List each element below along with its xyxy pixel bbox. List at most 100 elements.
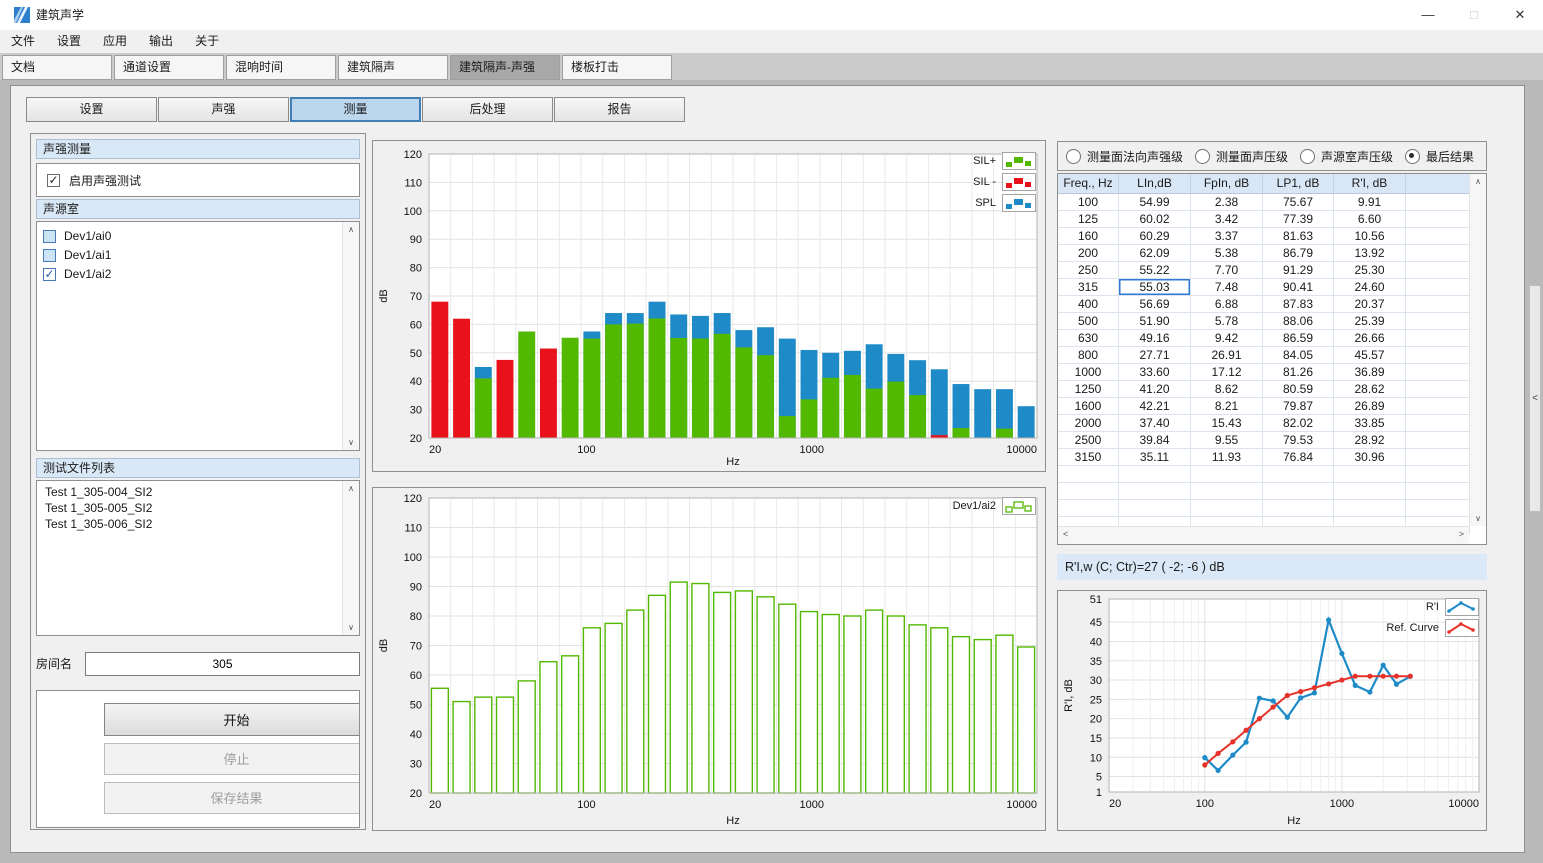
table-cell[interactable]: 8.62 [1191, 381, 1263, 398]
table-cell[interactable]: 77.39 [1263, 211, 1334, 228]
table-cell[interactable]: 82.02 [1263, 415, 1334, 432]
table-cell[interactable] [1406, 364, 1470, 381]
table-cell[interactable]: 6.60 [1334, 211, 1406, 228]
scroll-up-icon[interactable]: ∧ [343, 484, 359, 493]
table-cell[interactable]: 315 [1058, 279, 1119, 296]
table-cell[interactable]: 49.16 [1119, 330, 1191, 347]
table-cell[interactable]: 20.37 [1334, 296, 1406, 313]
table-cell[interactable]: 100 [1058, 194, 1119, 211]
table-cell[interactable]: 2500 [1058, 432, 1119, 449]
table-cell[interactable]: 60.02 [1119, 211, 1191, 228]
close-button[interactable]: ✕ [1497, 0, 1543, 30]
checkbox[interactable]: ✓ [43, 268, 56, 281]
table-cell[interactable]: 79.87 [1263, 398, 1334, 415]
scroll-up-icon[interactable]: ∧ [343, 225, 359, 234]
table-cell[interactable] [1406, 279, 1470, 296]
table-cell[interactable]: 75.67 [1263, 194, 1334, 211]
table-cell[interactable]: 5.38 [1191, 245, 1263, 262]
main-tab[interactable]: 混响时间 [226, 55, 336, 80]
table-cell[interactable]: 28.62 [1334, 381, 1406, 398]
sub-tab[interactable]: 后处理 [422, 97, 553, 122]
table-cell[interactable]: 51.90 [1119, 313, 1191, 330]
table-cell[interactable]: 3150 [1058, 449, 1119, 466]
table-cell[interactable]: 7.70 [1191, 262, 1263, 279]
table-cell[interactable]: 88.06 [1263, 313, 1334, 330]
table-cell[interactable]: 81.26 [1263, 364, 1334, 381]
sub-tab[interactable]: 设置 [26, 97, 157, 122]
table-cell[interactable]: 76.84 [1263, 449, 1334, 466]
table-cell[interactable]: 500 [1058, 313, 1119, 330]
table-cell[interactable]: 8.21 [1191, 398, 1263, 415]
menu-item[interactable]: 设置 [46, 30, 92, 53]
radio-button[interactable] [1195, 149, 1210, 164]
menu-item[interactable]: 应用 [92, 30, 138, 53]
table-horizontal-scrollbar[interactable]: <> [1058, 526, 1469, 544]
menu-item[interactable]: 输出 [138, 30, 184, 53]
table-cell[interactable]: 800 [1058, 347, 1119, 364]
table-cell[interactable]: 37.40 [1119, 415, 1191, 432]
room-name-input[interactable] [85, 652, 360, 676]
table-cell[interactable]: 86.59 [1263, 330, 1334, 347]
table-cell[interactable]: 25.30 [1334, 262, 1406, 279]
minimize-button[interactable]: — [1405, 0, 1451, 30]
table-cell[interactable]: 1000 [1058, 364, 1119, 381]
table-cell[interactable]: 36.89 [1334, 364, 1406, 381]
table-cell[interactable]: 200 [1058, 245, 1119, 262]
table-cell[interactable]: 6.88 [1191, 296, 1263, 313]
device-item[interactable]: Dev1/ai0 [37, 227, 359, 246]
sub-tab[interactable]: 报告 [554, 97, 685, 122]
table-cell[interactable]: 2000 [1058, 415, 1119, 432]
table-cell[interactable]: 9.55 [1191, 432, 1263, 449]
table-cell[interactable] [1406, 432, 1470, 449]
table-cell[interactable]: 33.60 [1119, 364, 1191, 381]
table-cell[interactable]: 3.42 [1191, 211, 1263, 228]
device-item[interactable]: Dev1/ai1 [37, 246, 359, 265]
table-cell[interactable]: 25.39 [1334, 313, 1406, 330]
save-results-button[interactable]: 保存结果 [104, 782, 360, 814]
table-cell[interactable]: 87.83 [1263, 296, 1334, 313]
table-cell[interactable]: 26.66 [1334, 330, 1406, 347]
legend-item[interactable]: SIL - [973, 173, 1036, 191]
table-cell[interactable]: 10.56 [1334, 228, 1406, 245]
table-cell[interactable] [1406, 330, 1470, 347]
stop-button[interactable]: 停止 [104, 743, 360, 775]
table-cell[interactable]: 26.91 [1191, 347, 1263, 364]
device-item[interactable]: ✓Dev1/ai2 [37, 265, 359, 284]
table-cell[interactable]: 60.29 [1119, 228, 1191, 245]
table-cell[interactable]: 1250 [1058, 381, 1119, 398]
table-cell[interactable] [1406, 415, 1470, 432]
scroll-down-icon[interactable]: ∨ [343, 623, 359, 632]
main-tab[interactable]: 文档 [2, 55, 112, 80]
checkbox[interactable] [43, 249, 56, 262]
main-tab[interactable]: 建筑隔声 [338, 55, 448, 80]
table-cell[interactable]: 17.12 [1191, 364, 1263, 381]
table-cell[interactable]: 9.91 [1334, 194, 1406, 211]
file-item[interactable]: Test 1_305-005_SI2 [37, 500, 359, 516]
panel-collapse-handle[interactable]: < [1529, 285, 1541, 512]
table-cell[interactable]: 45.57 [1334, 347, 1406, 364]
table-cell[interactable]: 2.38 [1191, 194, 1263, 211]
table-cell[interactable]: 24.60 [1334, 279, 1406, 296]
table-cell[interactable]: 91.29 [1263, 262, 1334, 279]
table-cell[interactable] [1406, 313, 1470, 330]
table-cell[interactable]: 1600 [1058, 398, 1119, 415]
enable-intensity-checkbox[interactable]: ✓ [47, 174, 60, 187]
checkbox[interactable] [43, 230, 56, 243]
legend-item[interactable]: SPL [975, 194, 1036, 212]
table-cell[interactable]: 62.09 [1119, 245, 1191, 262]
table-cell[interactable]: 86.79 [1263, 245, 1334, 262]
radio-button[interactable] [1300, 149, 1315, 164]
table-cell[interactable]: 84.05 [1263, 347, 1334, 364]
legend-item[interactable]: SIL+ [973, 152, 1036, 170]
table-cell[interactable]: 5.78 [1191, 313, 1263, 330]
table-cell[interactable] [1406, 245, 1470, 262]
table-cell[interactable]: 13.92 [1334, 245, 1406, 262]
table-cell[interactable]: 41.20 [1119, 381, 1191, 398]
table-cell[interactable]: 39.84 [1119, 432, 1191, 449]
table-cell[interactable]: 90.41 [1263, 279, 1334, 296]
table-cell[interactable]: 250 [1058, 262, 1119, 279]
file-item[interactable]: Test 1_305-006_SI2 [37, 516, 359, 532]
table-cell[interactable]: 9.42 [1191, 330, 1263, 347]
table-cell[interactable] [1406, 398, 1470, 415]
table-cell[interactable]: 27.71 [1119, 347, 1191, 364]
